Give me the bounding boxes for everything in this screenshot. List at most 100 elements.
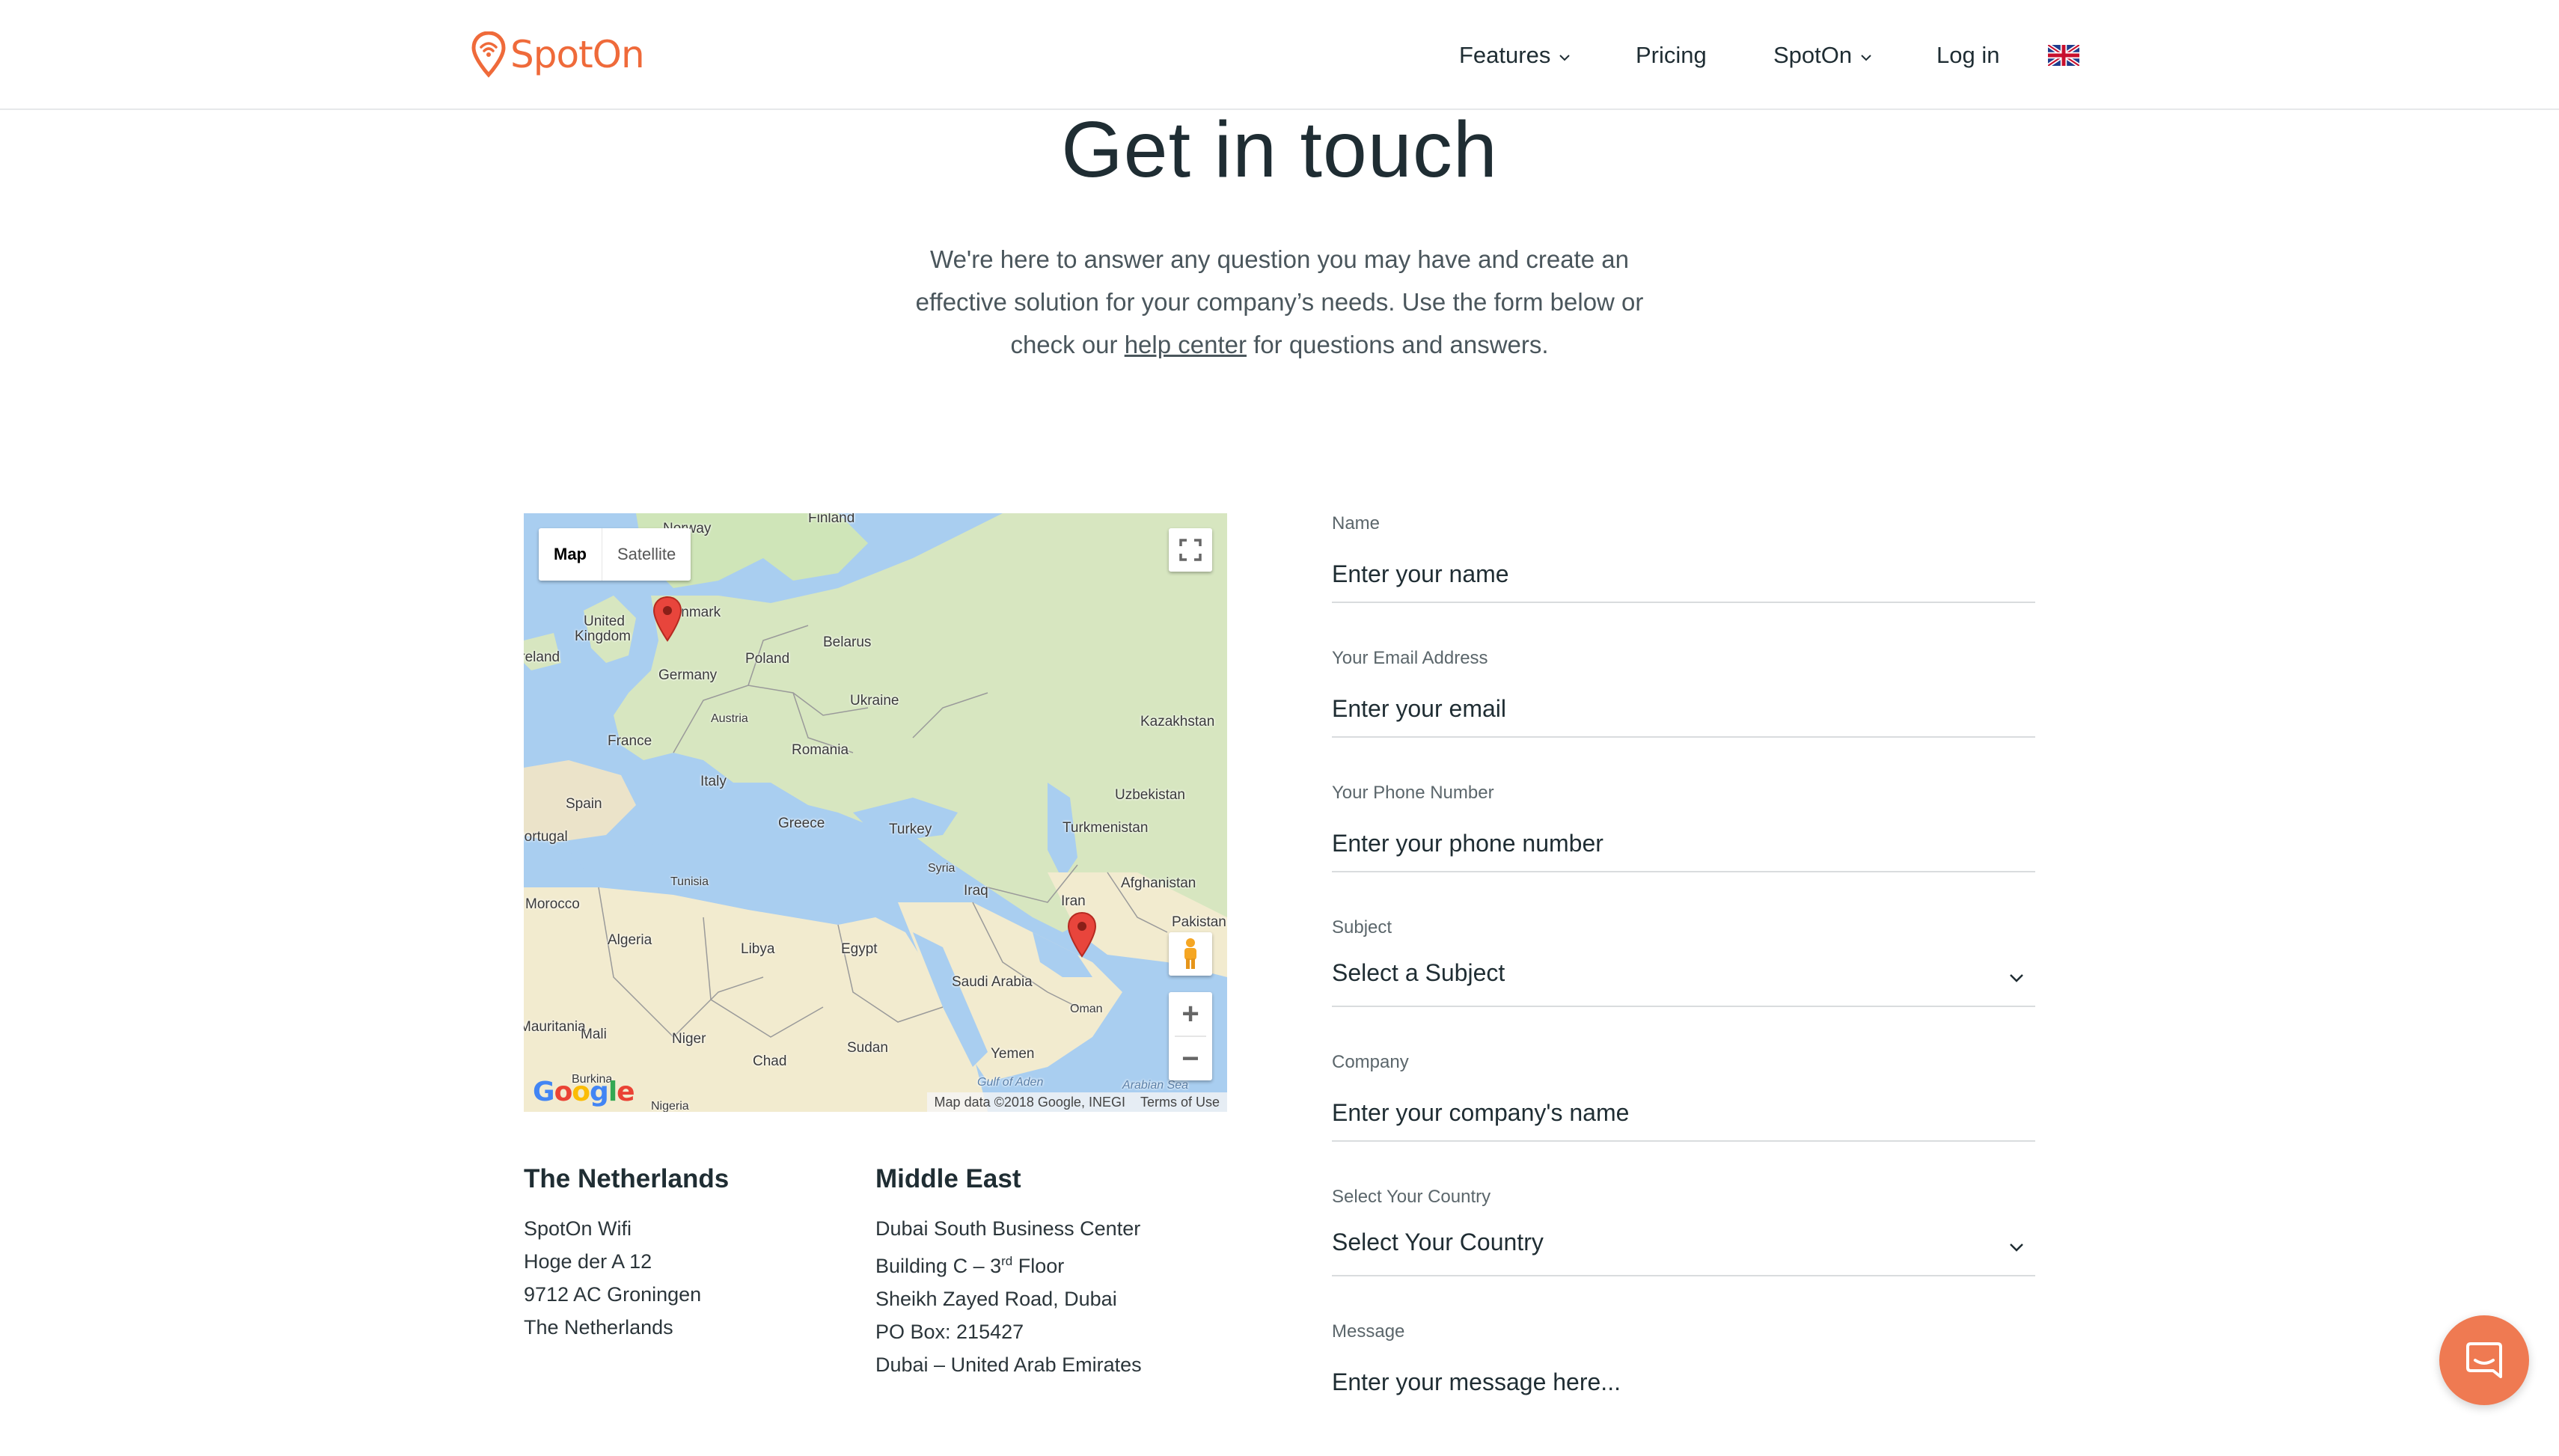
map-marker-netherlands[interactable] <box>652 596 682 642</box>
subject-field[interactable]: Subject Select a Subject <box>1332 917 2035 1052</box>
office-title: The Netherlands <box>524 1164 730 1193</box>
name-input[interactable] <box>1332 555 2035 593</box>
chat-launcher-button[interactable] <box>2439 1315 2529 1405</box>
uk-flag-icon[interactable] <box>2048 45 2079 66</box>
map-label: Gulf of Aden <box>977 1076 1044 1089</box>
map-label: Oman <box>1070 1003 1103 1015</box>
map-label: Syria <box>928 862 956 875</box>
top-navigation: SpotOn Features Pricing SpotOn Log in <box>0 0 2559 110</box>
zoom-in-button[interactable]: + <box>1169 992 1212 1036</box>
nav-pricing[interactable]: Pricing <box>1636 42 1707 69</box>
address-line: 9712 AC Groningen <box>524 1283 702 1306</box>
email-input[interactable] <box>1332 690 2035 727</box>
map-label: Belarus <box>823 634 872 650</box>
country-field[interactable]: Select Your Country Select Your Country <box>1332 1187 2035 1321</box>
map-label: United <box>584 614 625 629</box>
email-field: Your Email Address <box>1332 648 2035 783</box>
address-line: Dubai – United Arab Emirates <box>875 1353 1142 1376</box>
map-label: Finland <box>808 513 855 526</box>
map-attribution: Map data ©2018 Google, INEGI Terms of Us… <box>926 1092 1227 1112</box>
country-select[interactable]: Select Your Country <box>1332 1229 1544 1256</box>
address-line: PO Box: 215427 <box>875 1321 1024 1343</box>
field-underline <box>1332 1140 2035 1142</box>
help-center-link[interactable]: help center <box>1125 331 1247 358</box>
map-background <box>524 513 1227 1112</box>
fullscreen-button[interactable] <box>1169 528 1212 572</box>
map-label: Tunisia <box>670 875 709 888</box>
spoton-logo[interactable]: SpotOn <box>471 30 645 79</box>
map-label: Chad <box>753 1053 787 1069</box>
field-underline <box>1332 736 2035 738</box>
map-label: Morocco <box>525 896 580 912</box>
map-label: Portugal <box>524 829 568 845</box>
name-label: Name <box>1332 513 1381 533</box>
map-label: Egypt <box>841 941 878 957</box>
country-label: Select Your Country <box>1332 1187 1491 1207</box>
message-label: Message <box>1332 1321 1405 1342</box>
field-underline <box>1332 1006 2035 1007</box>
address-line: Building C – 3rd Floor <box>875 1245 1190 1282</box>
map-label: Arabian Sea <box>1122 1079 1189 1092</box>
zoom-out-button[interactable]: − <box>1169 1037 1212 1080</box>
google-map[interactable]: Finland Norway United Kingdom Denmark Ir… <box>524 513 1227 1112</box>
phone-input[interactable] <box>1332 825 2035 862</box>
nav-spoton[interactable]: SpotOn <box>1773 42 1873 69</box>
wifi-pin-icon <box>471 31 506 78</box>
intro-text: We're here to answer any question you ma… <box>890 238 1669 366</box>
map-label: Greece <box>778 816 825 831</box>
field-underline <box>1332 602 2035 603</box>
nav-login-label: Log in <box>1936 42 2000 68</box>
map-label: Romania <box>792 742 849 758</box>
map-label: Ireland <box>524 649 560 665</box>
nav-features[interactable]: Features <box>1459 42 1571 69</box>
message-input[interactable] <box>1332 1363 2035 1401</box>
map-label: Sudan <box>847 1040 888 1056</box>
map-marker-dubai[interactable] <box>1067 911 1097 958</box>
map-label: Austria <box>711 712 748 725</box>
map-label: Libya <box>741 941 775 957</box>
map-label: Uzbekistan <box>1115 787 1185 803</box>
map-label: Saudi Arabia <box>952 974 1033 990</box>
map-type-map-button[interactable]: Map <box>539 528 602 581</box>
address-line: The Netherlands <box>524 1316 673 1339</box>
subject-select[interactable]: Select a Subject <box>1332 959 1505 987</box>
address-line-part: Floor <box>1012 1255 1065 1277</box>
map-label: Poland <box>745 651 790 667</box>
map-label: Ukraine <box>850 693 899 709</box>
contact-form: Name Your Email Address Your Phone Numbe… <box>1332 513 2035 1456</box>
fullscreen-icon <box>1179 539 1202 561</box>
message-field: Message <box>1332 1321 2035 1456</box>
map-label: Turkey <box>889 822 932 837</box>
map-type-satellite-button[interactable]: Satellite <box>602 528 691 581</box>
office-middle-east: Middle East Dubai South Business Center … <box>875 1164 1190 1381</box>
nav-login[interactable]: Log in <box>1936 42 1999 69</box>
phone-field: Your Phone Number <box>1332 783 2035 917</box>
field-underline <box>1332 1275 2035 1276</box>
map-label: Iran <box>1061 893 1086 909</box>
map-label: Kazakhstan <box>1140 714 1215 729</box>
nav-pricing-label: Pricing <box>1636 42 1707 68</box>
zoom-control: + − <box>1169 992 1212 1080</box>
map-label: Mali <box>581 1027 607 1042</box>
nav-features-label: Features <box>1459 42 1551 68</box>
map-label: Niger <box>672 1031 706 1047</box>
field-underline <box>1332 871 2035 872</box>
name-field: Name <box>1332 513 2035 648</box>
map-label: France <box>608 733 652 749</box>
map-label: Kingdom <box>575 628 631 644</box>
map-label: Nigeria <box>651 1100 689 1112</box>
pegman-icon <box>1184 938 1196 969</box>
map-label: Pakistan <box>1172 914 1226 930</box>
company-input[interactable] <box>1332 1094 2035 1131</box>
chevron-down-icon <box>1559 55 1571 61</box>
address-line: Sheikh Zayed Road, Dubai <box>875 1288 1117 1310</box>
map-label: Italy <box>700 774 727 789</box>
google-logo[interactable]: Google <box>533 1077 635 1107</box>
chat-bubble-icon <box>2466 1342 2502 1378</box>
street-view-button[interactable] <box>1169 932 1212 976</box>
map-label: Afghanistan <box>1121 875 1196 891</box>
terms-of-use-link[interactable]: Terms of Use <box>1140 1095 1220 1110</box>
office-netherlands: The Netherlands SpotOn Wifi Hoge der A 1… <box>524 1164 838 1344</box>
map-label: Iraq <box>964 883 988 899</box>
map-type-control: Map Satellite <box>539 528 691 581</box>
